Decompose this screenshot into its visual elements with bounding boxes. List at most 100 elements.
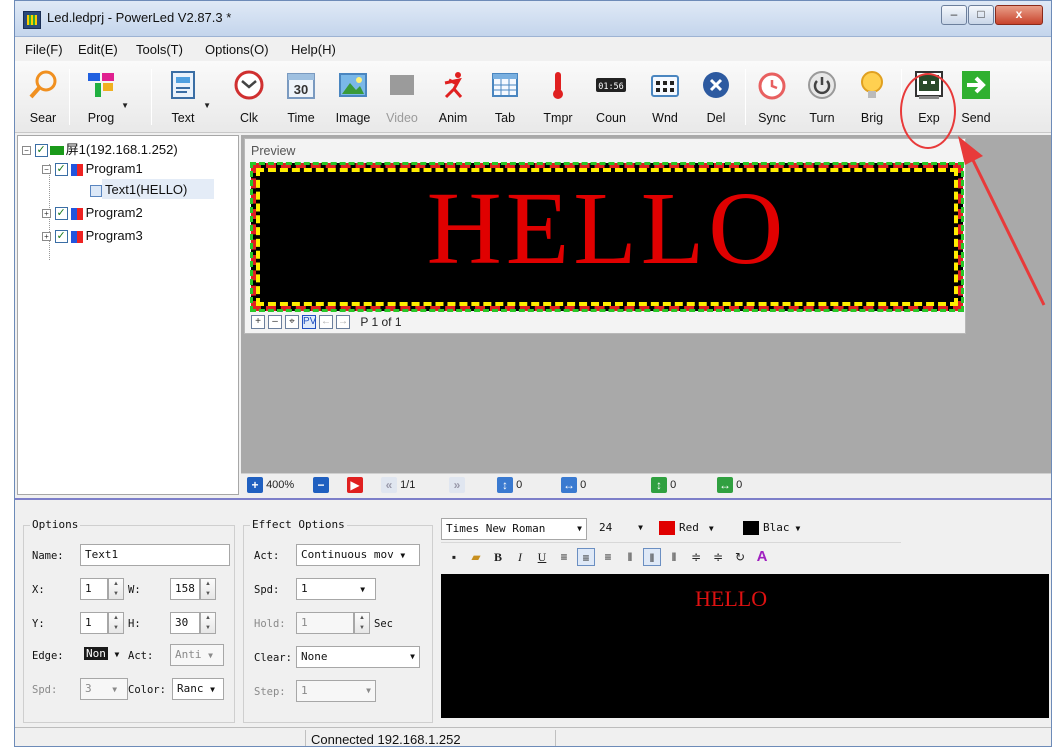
name-input[interactable]: Text1 [80,544,230,566]
page-prev-control[interactable]: « 1/1 [381,477,415,493]
sync-button[interactable]: Sync [751,63,793,129]
spacing-right-icon[interactable]: ‖ [665,548,683,566]
act-select[interactable]: Anti ▼ [170,644,224,666]
program1-checkbox[interactable]: ✓ [54,163,68,177]
preview-toggle-button[interactable]: PV [302,314,316,329]
tree-node-program3[interactable]: + ✓ Program3 [42,228,143,248]
valign-icon[interactable]: ≑ [687,548,705,566]
w-input[interactable]: 158 [170,578,200,600]
window-button[interactable]: Wnd [643,63,687,129]
effect-act-select[interactable]: Continuous mov ▼ [296,544,420,566]
expand-toggle[interactable]: + [42,232,51,242]
program-dropdown-icon[interactable]: ▼ [121,101,129,110]
animation-button[interactable]: Anim [433,63,473,129]
hold-input[interactable]: 1 [296,612,354,634]
bold-button[interactable]: B [489,548,507,566]
text-color-dropdown-icon: ▼ [708,524,714,533]
hold-spinner[interactable]: ▲ ▼ [354,612,370,634]
vertical-offset-2[interactable]: ↕ 0 [651,477,676,493]
minimize-button[interactable]: – [941,5,967,25]
color-select[interactable]: Ranc ▼ [172,678,224,700]
spacing-icon[interactable]: ‖ [621,548,639,566]
counter-button[interactable]: 01:56 Coun [589,63,633,129]
menu-tools[interactable]: Tools(T) [136,42,183,57]
menu-help[interactable]: Help(H) [291,42,336,57]
y-spinner[interactable]: ▲ ▼ [108,612,124,634]
step-select[interactable]: 1 ▼ [296,680,376,702]
size-select[interactable]: 24 ▼ [595,518,647,540]
y-input[interactable]: 1 [80,612,108,634]
text-dropdown-icon[interactable]: ▼ [203,101,211,110]
vertical-offset[interactable]: ↕ 0 [497,477,522,493]
expand-toggle[interactable]: + [42,209,51,219]
window-icon [651,75,679,97]
temperature-button[interactable]: Tmpr [537,63,579,129]
text-edit-area[interactable]: HELLO [441,574,1049,718]
menu-bar: File(F) Edit(E) Tools(T) Options(O) Help… [15,38,1051,60]
text-effect-icon[interactable]: A [753,548,771,566]
font-select[interactable]: Times New Roman ▼ [441,518,587,540]
image-button[interactable]: Image [327,63,379,129]
clock-button[interactable]: Clk [229,63,269,129]
next-page-button[interactable]: → [336,314,350,329]
status-bar: Connected 192.168.1.252 [15,727,1051,746]
time-button[interactable]: 30 Time [280,63,322,129]
program3-checkbox[interactable]: ✓ [54,230,68,244]
spd-select[interactable]: 3 ▼ [80,678,128,700]
brightness-button[interactable]: Brig [851,63,893,129]
program-button[interactable]: ▼ Prog [75,63,129,129]
collapse-toggle[interactable]: − [22,146,31,156]
fit-button[interactable]: ⌖ [285,314,299,329]
open-folder-icon[interactable]: ▰ [467,548,485,566]
turn-button[interactable]: Turn [801,63,843,129]
align-left-icon[interactable]: ≡ [555,548,573,566]
table-button[interactable]: Tab [485,63,525,129]
clear-label: Clear: [254,652,292,664]
italic-button[interactable]: I [511,548,529,566]
zoom-control[interactable]: + 400% [247,477,294,493]
save-icon[interactable]: ▪ [445,548,463,566]
text-button[interactable]: ▼ Text [157,63,211,129]
page-next-button[interactable]: » [449,477,465,493]
tree-node-text1[interactable]: Text1(HELLO) [90,182,187,202]
rotate-icon[interactable]: ↻ [731,548,749,566]
tree-node-program1[interactable]: − ✓ Program1 [42,161,143,181]
delete-button[interactable]: Del [695,63,737,129]
zoom-minus-button[interactable]: − [313,477,329,493]
tree-node-program2[interactable]: + ✓ Program2 [42,205,143,225]
menu-edit[interactable]: Edit(E) [78,42,118,57]
edge-select[interactable]: Non ▼ [80,644,126,666]
h-spinner[interactable]: ▲ ▼ [200,612,216,634]
underline-button[interactable]: U [533,548,551,566]
w-spinner[interactable]: ▲ ▼ [200,578,216,600]
delete-label: Del [706,111,726,125]
collapse-toggle[interactable]: − [42,165,51,175]
valign-center-icon[interactable]: ≑ [709,548,727,566]
program2-checkbox[interactable]: ✓ [54,207,68,221]
text-color-select[interactable]: Red ▼ [655,518,731,540]
horizontal-offset[interactable]: ↔ 0 [561,477,586,493]
horizontal-offset-2[interactable]: ↔ 0 [717,477,742,493]
align-right-icon[interactable]: ≡ [599,548,617,566]
maximize-button[interactable]: □ [968,5,994,25]
menu-file[interactable]: File(F) [25,42,63,57]
led-preview-screen[interactable]: HELLO [250,162,964,312]
bg-color-select[interactable]: Blac ▼ [739,518,819,540]
align-center-icon[interactable]: ≡ [577,548,595,566]
menu-options[interactable]: Options(O) [205,42,269,57]
x-spinner[interactable]: ▲ ▼ [108,578,124,600]
prev-page-button[interactable]: ← [319,314,333,329]
h-input[interactable]: 30 [170,612,200,634]
play-button[interactable]: ▶ [347,477,363,493]
screen-checkbox[interactable]: ✓ [34,144,48,158]
effect-spd-select[interactable]: 1 ▼ [296,578,376,600]
zoom-out-button[interactable]: – [268,314,282,329]
zoom-in-button[interactable]: + [251,314,265,329]
x-input[interactable]: 1 [80,578,108,600]
send-button[interactable]: Send [955,63,997,129]
close-button[interactable]: x [995,5,1043,25]
clear-select[interactable]: None ▼ [296,646,420,668]
tree-node-screen[interactable]: − ✓ 屏1(192.168.1.252) [22,139,178,159]
search-button[interactable]: Sear [21,63,65,129]
spacing-center-icon[interactable]: ‖ [643,548,661,566]
